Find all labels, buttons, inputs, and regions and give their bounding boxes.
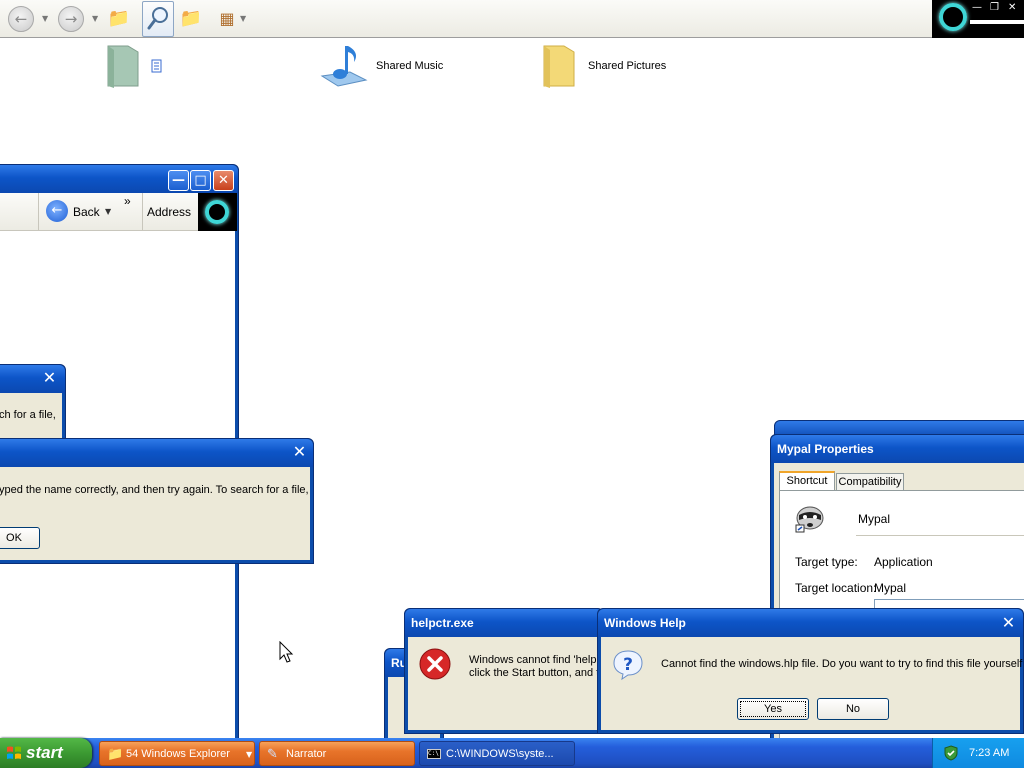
mypal-properties-titlebar: Mypal Properties [771, 435, 1024, 463]
raccoon-icon [795, 506, 824, 533]
task-label: C:\WINDOWS\syste... [446, 748, 554, 760]
folder-icon [543, 45, 575, 88]
close-button[interactable]: ✕ [213, 170, 234, 191]
clock[interactable]: 7:23 AM [969, 738, 1009, 768]
svg-text:?: ? [623, 655, 633, 675]
task-console[interactable]: C:\ C:\WINDOWS\syste... [419, 741, 575, 766]
helpctr-dialog: helpctr.exe Windows cannot find 'helpc c… [404, 608, 604, 734]
tab-label: Compatibility [838, 476, 902, 488]
explorer-toolbar: ← ▼ → ▼ 📁 📁 ▦ ▼ [0, 0, 1024, 38]
address-label: Address [147, 205, 192, 219]
yes-button[interactable]: Yes [737, 698, 809, 720]
window-title: helpctr.exe [411, 616, 474, 630]
toolbar-chevron[interactable]: » [124, 194, 131, 208]
forward-arrow-icon[interactable]: → [58, 6, 84, 32]
shortcut-name: Mypal [858, 512, 891, 526]
window-title: Mypal Properties [777, 442, 874, 456]
target-type-label: Target type: [795, 555, 858, 569]
close-icon[interactable]: ✕ [1008, 2, 1016, 13]
target-location-label: Target location: [795, 581, 877, 595]
music-folder-icon [320, 46, 368, 87]
yes-label: Yes [764, 703, 782, 715]
desktop-item-unnamed[interactable] [104, 42, 164, 90]
question-icon: ? [613, 650, 643, 681]
error-dialog-titlebar [0, 439, 313, 467]
views-dropdown-icon[interactable]: ▼ [240, 14, 246, 23]
error-text-line2: click the Start button, and t [469, 667, 600, 679]
error-icon [419, 648, 451, 680]
error-text-line1: Windows cannot find 'helpc [469, 654, 601, 666]
desktop-item-shared-music[interactable]: Shared Music [320, 42, 443, 90]
dialog-text: yped the name correctly, and then try ag… [0, 484, 309, 496]
desktop-item-label: Shared Pictures [588, 60, 667, 72]
back-dropdown-icon[interactable]: ▼ [42, 14, 48, 23]
file-icon [151, 59, 162, 73]
group-dropdown-icon[interactable]: ▼ [246, 742, 252, 765]
windows-help-titlebar: Windows Help [598, 609, 1023, 637]
folder-icon [107, 45, 139, 88]
back-arrow-icon[interactable]: ← [46, 200, 68, 222]
close-button[interactable]: ✕ [289, 442, 310, 463]
task-label: Narrator [286, 748, 327, 760]
magnifier-icon [147, 7, 168, 30]
security-shield-icon[interactable] [943, 745, 959, 761]
maximize-button[interactable]: □ [190, 170, 211, 191]
console-icon: C:\ [427, 749, 441, 759]
minimize-button[interactable]: — [168, 170, 189, 191]
brand-bar [970, 20, 1024, 24]
start-label: start [26, 743, 63, 762]
search-button[interactable] [142, 1, 174, 37]
ring-logo-icon [939, 3, 967, 31]
window-title: Windows Help [604, 616, 686, 630]
helpctr-titlebar: helpctr.exe [405, 609, 603, 637]
explorer-toolbar-bar: ← Back ▼ » Address [0, 193, 237, 231]
desktop-item-label: Shared Music [376, 60, 444, 72]
target-type-value: Application [874, 555, 933, 569]
task-label: 54 Windows Explorer [126, 748, 230, 760]
brand-throbber: — ❐ ✕ [932, 0, 1024, 38]
minimize-icon[interactable]: — [972, 2, 982, 13]
folders-icon[interactable]: 📁 [176, 4, 206, 34]
ok-label: OK [6, 532, 22, 544]
narrator-icon: ✎ [267, 747, 278, 762]
ok-button[interactable]: OK [0, 527, 40, 549]
back-dropdown-icon[interactable]: ▼ [105, 207, 111, 216]
windows-logo-icon [7, 746, 21, 759]
task-narrator[interactable]: ✎ Narrator [259, 741, 415, 766]
no-label: No [845, 703, 861, 715]
forward-dropdown-icon[interactable]: ▼ [92, 14, 98, 23]
windows-help-dialog: Windows Help ✕ ? Cannot find the windows… [597, 608, 1024, 734]
mouse-cursor-icon [279, 641, 294, 663]
up-folder-icon[interactable]: 📁 [104, 4, 134, 34]
views-icon[interactable]: ▦ [212, 4, 242, 34]
tab-compatibility[interactable]: Compatibility [836, 473, 904, 491]
dialog-text: ch for a file, [0, 409, 56, 421]
folder-icon: 📁 [107, 747, 124, 762]
error-dialog-back: ✕ ch for a file, [0, 364, 66, 444]
ring-logo-icon [205, 200, 229, 224]
tab-shortcut[interactable]: Shortcut [779, 471, 835, 491]
restore-icon[interactable]: ❐ [990, 2, 999, 13]
brand-throbber [198, 193, 237, 231]
help-message: Cannot find the windows.hlp file. Do you… [661, 658, 1023, 670]
no-button[interactable]: No [817, 698, 889, 720]
tab-label: Shortcut [786, 475, 828, 487]
system-tray: 7:23 AM [932, 738, 1024, 768]
back-label[interactable]: Back [73, 205, 100, 219]
back-arrow-icon[interactable]: ← [8, 6, 34, 32]
task-windows-explorer[interactable]: 📁 54 Windows Explorer ▼ [99, 741, 255, 766]
start-button[interactable]: start [0, 738, 92, 768]
error-dialog: ✕ yped the name correctly, and then try … [0, 438, 314, 564]
close-button[interactable]: ✕ [39, 368, 60, 389]
desktop-item-shared-pictures[interactable]: Shared Pictures [540, 42, 666, 90]
target-location-value: Mypal [874, 581, 907, 595]
close-button[interactable]: ✕ [998, 613, 1019, 634]
